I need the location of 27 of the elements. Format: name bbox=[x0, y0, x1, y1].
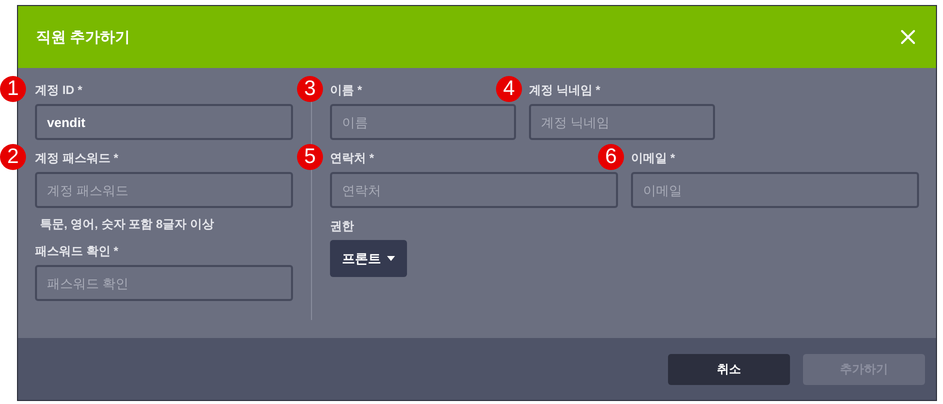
number-badge: 2 bbox=[0, 144, 26, 170]
field-label: 계정 닉네임 * bbox=[529, 82, 600, 98]
role-dropdown[interactable]: 프론트 bbox=[330, 240, 407, 277]
field-label: 연락처 * bbox=[330, 150, 374, 166]
number-badge: 1 bbox=[0, 76, 26, 102]
input-field[interactable]: 이메일 bbox=[631, 172, 919, 208]
input-field[interactable]: vendit bbox=[35, 104, 293, 140]
field-label: 계정 ID * bbox=[35, 82, 82, 98]
input-field[interactable]: 패스워드 확인 bbox=[35, 265, 293, 301]
dialog-title: 직원 추가하기 bbox=[36, 28, 130, 46]
input-field[interactable]: 연락처 bbox=[330, 172, 618, 208]
dialog-button[interactable]: 취소 bbox=[668, 354, 790, 384]
input-field[interactable]: 계정 패스워드 bbox=[35, 172, 293, 208]
close-icon[interactable] bbox=[900, 29, 916, 45]
input-field[interactable]: 이름 bbox=[330, 104, 516, 140]
field-label: 권한 bbox=[330, 218, 354, 234]
field-label: 계정 패스워드 * bbox=[35, 150, 118, 166]
field-label: 이름 * bbox=[330, 82, 362, 98]
number-badge: 5 bbox=[297, 144, 323, 170]
field-label: 이메일 * bbox=[631, 150, 676, 166]
input-field[interactable]: 계정 닉네임 bbox=[529, 104, 715, 140]
hint-text: 특문, 영어, 숫자 포함 8글자 이상 bbox=[40, 216, 214, 233]
field-label: 패스워드 확인 * bbox=[35, 243, 118, 259]
number-badge: 6 bbox=[598, 144, 624, 170]
number-badge: 4 bbox=[496, 76, 522, 102]
caret-icon bbox=[387, 256, 395, 261]
number-badge: 3 bbox=[297, 76, 323, 102]
